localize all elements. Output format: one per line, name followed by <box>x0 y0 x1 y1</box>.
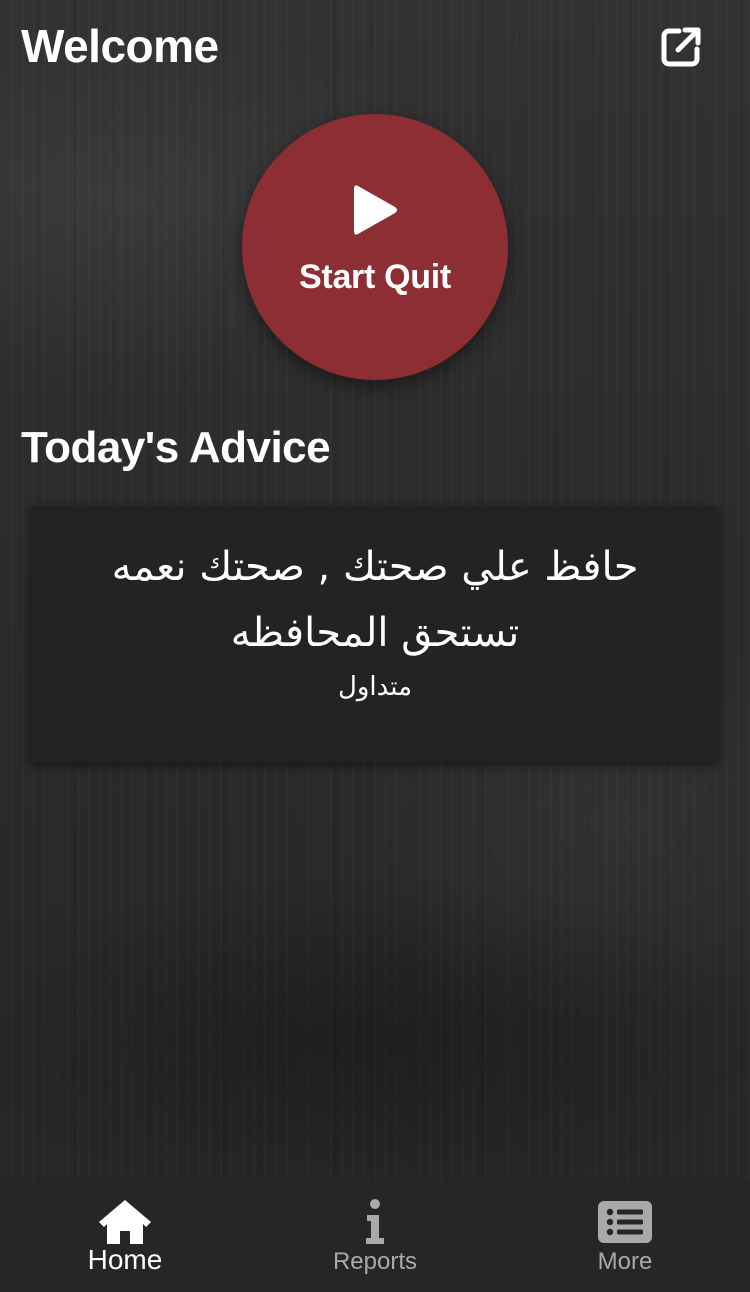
advice-author: متداول <box>337 672 413 702</box>
advice-card: حافظ علي صحتك , صحتك نعمه تستحق المحافظه… <box>31 506 719 762</box>
app-screen: Welcome Start Quit Today's Advice حافظ ع… <box>0 0 750 1292</box>
external-link-icon <box>661 27 701 67</box>
home-icon <box>99 1200 151 1244</box>
advice-quote: حافظ علي صحتك , صحتك نعمه تستحق المحافظه <box>111 544 639 656</box>
nav-label-reports: Reports <box>332 1248 418 1275</box>
page-title: Welcome <box>21 20 219 72</box>
section-title: Today's Advice <box>21 423 331 472</box>
nav-item-home[interactable]: Home <box>0 1180 250 1292</box>
share-button[interactable] <box>656 22 706 72</box>
start-quit-button[interactable]: Start Quit <box>242 114 508 380</box>
nav-label-more: More <box>597 1248 653 1275</box>
nav-item-reports[interactable]: Reports <box>250 1180 500 1292</box>
info-icon <box>366 1199 384 1244</box>
play-icon <box>354 184 397 235</box>
start-quit-label: Start Quit <box>299 257 451 296</box>
nav-item-more[interactable]: More <box>500 1180 750 1292</box>
list-icon <box>598 1201 652 1243</box>
nav-label-home: Home <box>87 1244 163 1275</box>
bottom-navigation: Home Reports More <box>0 1180 750 1292</box>
